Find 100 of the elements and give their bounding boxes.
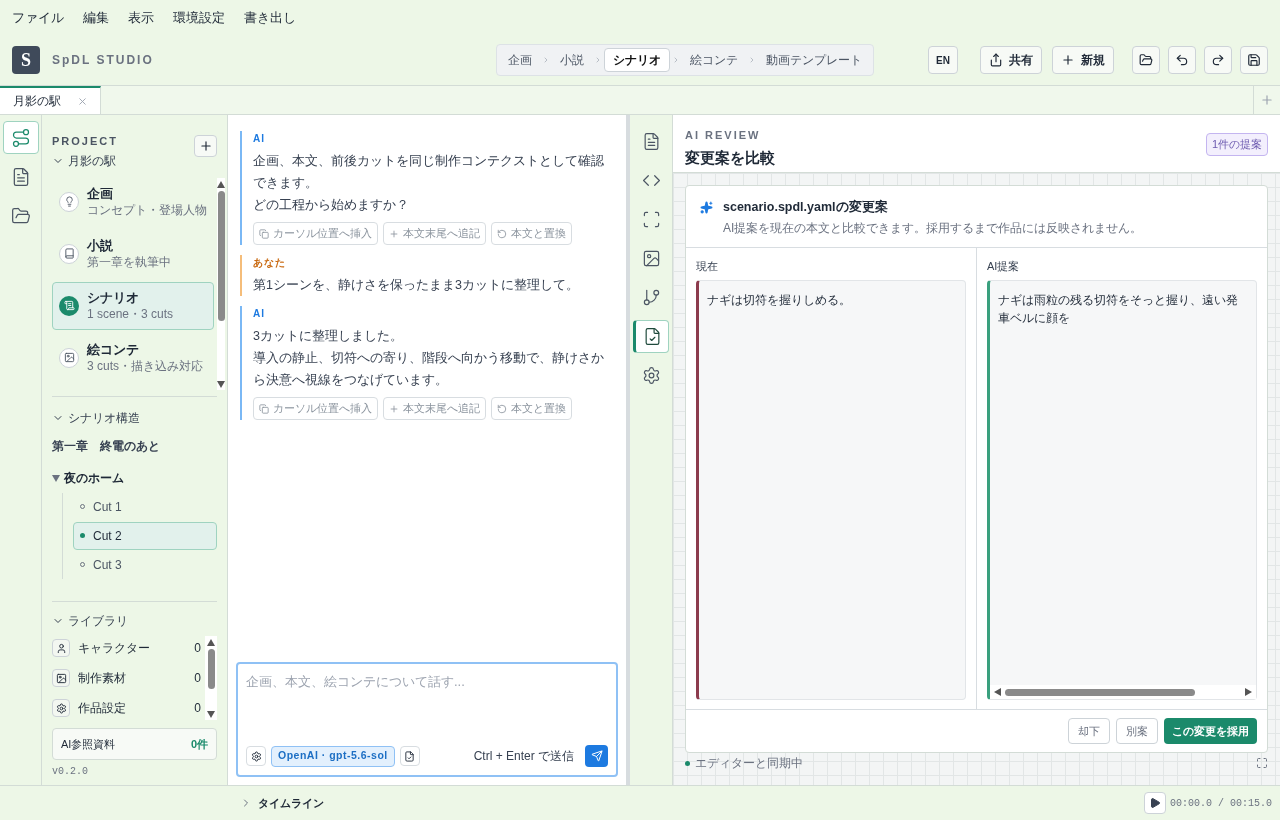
- scroll-down-icon[interactable]: [217, 379, 225, 388]
- settings-icon: [250, 750, 262, 762]
- edit-icon: [404, 750, 416, 762]
- image-icon: [55, 672, 67, 684]
- chevron-icon: [594, 56, 602, 64]
- message-author: AI: [253, 132, 266, 146]
- add-button[interactable]: [194, 135, 217, 157]
- settings-icon: [641, 366, 661, 385]
- chevron-icon: [672, 56, 680, 64]
- accept-button[interactable]: この変更を採用: [1164, 718, 1257, 744]
- undo-button[interactable]: [1168, 46, 1196, 74]
- scroll-right-icon[interactable]: [1245, 688, 1253, 696]
- scroll-up-icon[interactable]: [207, 638, 215, 646]
- plus-icon: [389, 228, 399, 239]
- library-item[interactable]: 制作素材 0: [52, 666, 205, 690]
- tool-button[interactable]: [633, 320, 669, 353]
- language-button[interactable]: EN: [928, 46, 958, 74]
- document-title: シナリオ: [87, 289, 140, 306]
- message-author: AI: [253, 307, 266, 321]
- secondary-button[interactable]: 却下: [1068, 718, 1110, 744]
- document-item[interactable]: 小説 第一章を執筆中: [52, 229, 214, 278]
- scrollbar[interactable]: [217, 177, 225, 390]
- save-icon: [1247, 53, 1261, 67]
- item-count: 0: [194, 700, 201, 717]
- document-subtitle: 1 scene・3 cuts: [87, 305, 174, 322]
- card-title: scenario.spdl.yamlの変更案: [723, 198, 888, 216]
- stage-tab[interactable]: シナリオ: [604, 48, 670, 72]
- redo-icon: [1211, 53, 1225, 67]
- document-title: 企画: [87, 185, 114, 202]
- undo-icon: [497, 228, 507, 239]
- message-text: 企画、本文、前後カットを同じ制作コンテクストとして確認できます。 どの工程から始めますか？: [253, 153, 605, 214]
- folder-icon: [10, 205, 31, 226]
- menu-item[interactable]: 書き出し: [244, 7, 296, 28]
- settings-button[interactable]: [246, 746, 266, 766]
- cut-item[interactable]: Cut 2: [73, 521, 217, 550]
- stage-tab[interactable]: 小説: [552, 48, 592, 72]
- folder-button[interactable]: [1132, 46, 1160, 74]
- book-icon: [63, 248, 75, 259]
- library-item[interactable]: キャラクター 0: [52, 636, 205, 660]
- menu-item[interactable]: 編集: [83, 7, 109, 28]
- lightbulb-icon: [63, 196, 75, 207]
- message-input[interactable]: 企画、本文、絵コンテについて話す...: [246, 672, 608, 745]
- redo-button[interactable]: [1204, 46, 1232, 74]
- share-icon: [989, 53, 1003, 67]
- expand-arrow-icon[interactable]: [52, 473, 60, 482]
- play-icon: [1148, 797, 1161, 809]
- scroll-left-icon[interactable]: [993, 688, 1001, 696]
- sparkle-icon: [700, 200, 713, 214]
- document-title: 絵コンテ: [87, 341, 140, 358]
- stage-tab[interactable]: 絵コンテ: [682, 48, 746, 72]
- chevron-icon: [542, 56, 550, 64]
- document-item[interactable]: 絵コンテ 3 cuts・描き込み対応: [52, 333, 214, 382]
- menu-item[interactable]: ファイル: [12, 7, 64, 28]
- section-heading: シナリオ構造: [68, 409, 140, 427]
- document-title: 小説: [87, 237, 114, 254]
- horizontal-scrollbar[interactable]: [990, 685, 1256, 699]
- cut-item[interactable]: Cut 3: [73, 550, 217, 579]
- frame-icon: [641, 210, 661, 229]
- edit-button[interactable]: [399, 746, 420, 766]
- app-logo: S: [12, 46, 40, 74]
- person-icon: [55, 642, 67, 654]
- column-label: 現在: [696, 258, 719, 274]
- column-label: AI提案: [987, 258, 1021, 274]
- library-item[interactable]: 作品設定 0: [52, 696, 205, 720]
- document-subtitle: 第一章を執筆中: [87, 253, 171, 270]
- message-author: あなた: [253, 256, 287, 270]
- new-button[interactable]: 新規: [1052, 46, 1114, 74]
- menu-item[interactable]: 環境設定: [173, 7, 225, 28]
- timeline-label: タイムライン: [258, 795, 324, 811]
- scene-title: 夜のホーム: [64, 469, 124, 487]
- fullscreen-icon[interactable]: [1256, 757, 1268, 769]
- scrollbar[interactable]: [205, 636, 217, 720]
- save-button[interactable]: [1240, 46, 1268, 74]
- cut-item[interactable]: Cut 1: [73, 492, 217, 521]
- ai-reference-card[interactable]: AI参照資料 0件: [52, 728, 217, 760]
- stage-tab[interactable]: 動画テンプレート: [758, 48, 870, 72]
- secondary-button[interactable]: 別案: [1116, 718, 1158, 744]
- plus-icon: [1061, 53, 1075, 67]
- play-button[interactable]: [1143, 792, 1166, 814]
- sync-status: エディターと同期中: [695, 755, 803, 772]
- plus-icon: [389, 403, 399, 414]
- rail-button[interactable]: [2, 121, 39, 154]
- copy-icon: [259, 403, 269, 414]
- chat-composer[interactable]: 企画、本文、絵コンテについて話す... OpenAI · gpt-5.6-sol Ctrl + Enter で送信: [236, 662, 618, 777]
- document-item[interactable]: シナリオ 1 scene・3 cuts: [52, 281, 214, 330]
- document-tab[interactable]: 月影の駅: [0, 86, 101, 114]
- settings-icon: [55, 702, 67, 714]
- send-button[interactable]: [585, 745, 608, 767]
- menu-item[interactable]: 表示: [128, 7, 154, 28]
- section-heading: ライブラリ: [68, 613, 128, 630]
- document-item[interactable]: 企画 コンセプト・登場人物: [52, 177, 214, 226]
- share-button[interactable]: 共有: [980, 46, 1042, 74]
- scroll-up-icon[interactable]: [217, 179, 225, 188]
- ai-reference-label: AI参照資料: [61, 736, 117, 752]
- image-icon: [641, 249, 661, 268]
- stage-tab[interactable]: 企画: [500, 48, 540, 72]
- chapter-title: 第一章 終電のあと: [52, 437, 161, 455]
- plus-icon: [198, 139, 213, 153]
- scroll-down-icon[interactable]: [207, 710, 215, 718]
- model-selector[interactable]: OpenAI · gpt-5.6-sol: [271, 745, 395, 767]
